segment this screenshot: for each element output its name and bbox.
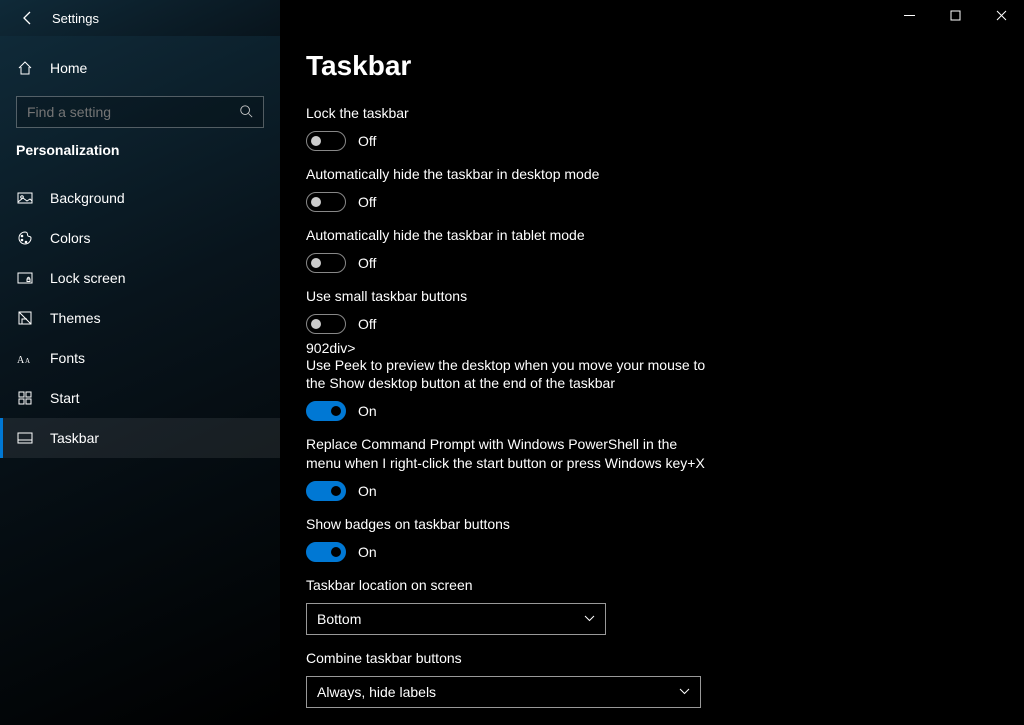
toggle-powershell[interactable] — [306, 481, 346, 501]
lockscreen-icon — [16, 269, 34, 287]
maximize-icon — [950, 10, 961, 21]
sidebar-item-label: Fonts — [50, 350, 85, 366]
taskbar-icon — [16, 429, 34, 447]
sidebar-item-fonts[interactable]: AA Fonts — [0, 338, 280, 378]
minimize-icon — [904, 10, 915, 21]
minimize-button[interactable] — [886, 0, 932, 30]
picture-icon — [16, 189, 34, 207]
setting-peek: Use Peek to preview the desktop when you… — [306, 356, 706, 422]
setting-label: Show badges on taskbar buttons — [306, 515, 706, 534]
toggle-state-text: Off — [358, 316, 376, 332]
setting-label: Replace Command Prompt with Windows Powe… — [306, 435, 706, 473]
page-title: Taskbar — [306, 50, 764, 82]
sidebar-nav-list: Background Colors Lock screen Themes AA … — [0, 178, 280, 458]
setting-autohide-tablet: Automatically hide the taskbar in tablet… — [306, 226, 706, 273]
window-title: Settings — [52, 11, 99, 26]
titlebar: Settings — [0, 0, 1024, 36]
back-button[interactable] — [16, 6, 40, 30]
sidebar-item-label: Start — [50, 390, 80, 406]
sidebar-item-colors[interactable]: Colors — [0, 218, 280, 258]
setting-autohide-desktop: Automatically hide the taskbar in deskto… — [306, 165, 706, 212]
toggle-state-text: Off — [358, 133, 376, 149]
setting-badges: Show badges on taskbar buttons On — [306, 515, 706, 562]
dropdown-value: Always, hide labels — [317, 684, 436, 700]
themes-icon — [16, 309, 34, 327]
dropdown-taskbar-location[interactable]: Bottom — [306, 603, 606, 635]
svg-text:A: A — [25, 357, 30, 365]
toggle-autohide-desktop[interactable] — [306, 192, 346, 212]
toggle-state-text: On — [358, 483, 377, 499]
chevron-down-icon — [679, 686, 690, 698]
svg-text:A: A — [17, 355, 25, 365]
sidebar-item-background[interactable]: Background — [0, 178, 280, 218]
setting-label: Taskbar location on screen — [306, 576, 706, 595]
sidebar-home[interactable]: Home — [0, 48, 280, 88]
setting-label: Lock the taskbar — [306, 104, 706, 123]
sidebar-item-lockscreen[interactable]: Lock screen — [0, 258, 280, 298]
setting-lock-taskbar: Lock the taskbar Off — [306, 104, 706, 151]
toggle-state-text: Off — [358, 255, 376, 271]
setting-label: Automatically hide the taskbar in tablet… — [306, 226, 706, 245]
toggle-badges[interactable] — [306, 542, 346, 562]
toggle-state-text: On — [358, 403, 377, 419]
toggle-peek[interactable] — [306, 401, 346, 421]
dropdown-combine-buttons[interactable]: Always, hide labels — [306, 676, 701, 708]
sidebar-item-label: Background — [50, 190, 125, 206]
sidebar-item-label: Taskbar — [50, 430, 99, 446]
toggle-state-text: On — [358, 544, 377, 560]
setting-taskbar-location: Taskbar location on screen Bottom — [306, 576, 706, 635]
toggle-state-text: Off — [358, 194, 376, 210]
setting-small-buttons: Use small taskbar buttons Off 902div> Us… — [306, 287, 706, 725]
fonts-icon: AA — [16, 349, 34, 367]
start-icon — [16, 389, 34, 407]
sidebar-category-title: Personalization — [0, 142, 280, 168]
toggle-small-buttons[interactable] — [306, 314, 346, 334]
search-input[interactable] — [27, 104, 239, 120]
maximize-button[interactable] — [932, 0, 978, 30]
setting-label: Automatically hide the taskbar in deskto… — [306, 165, 706, 184]
dropdown-value: Bottom — [317, 611, 361, 627]
chevron-down-icon — [584, 613, 595, 625]
sidebar-item-label: Colors — [50, 230, 90, 246]
toggle-lock-taskbar[interactable] — [306, 131, 346, 151]
close-button[interactable] — [978, 0, 1024, 30]
search-icon — [239, 104, 253, 121]
toggle-autohide-tablet[interactable] — [306, 253, 346, 273]
setting-combine-buttons: Combine taskbar buttons Always, hide lab… — [306, 649, 706, 708]
caption-buttons — [886, 0, 1024, 30]
setting-label: Use small taskbar buttons — [306, 287, 706, 306]
setting-powershell: Replace Command Prompt with Windows Powe… — [306, 435, 706, 501]
sidebar-item-label: Lock screen — [50, 270, 125, 286]
setting-label: Use Peek to preview the desktop when you… — [306, 356, 706, 394]
sidebar-item-start[interactable]: Start — [0, 378, 280, 418]
home-icon — [16, 59, 34, 77]
sidebar-item-taskbar[interactable]: Taskbar — [0, 418, 280, 458]
close-icon — [996, 10, 1007, 21]
sidebar-item-themes[interactable]: Themes — [0, 298, 280, 338]
setting-label: Combine taskbar buttons — [306, 649, 706, 668]
search-box[interactable] — [16, 96, 264, 128]
main-content: Taskbar Lock the taskbar Off Automatical… — [280, 36, 790, 725]
sidebar-item-label: Themes — [50, 310, 101, 326]
sidebar-home-label: Home — [50, 60, 87, 76]
palette-icon — [16, 229, 34, 247]
sidebar: Home Personalization Background Colors L… — [0, 36, 280, 725]
arrow-left-icon — [20, 10, 36, 26]
